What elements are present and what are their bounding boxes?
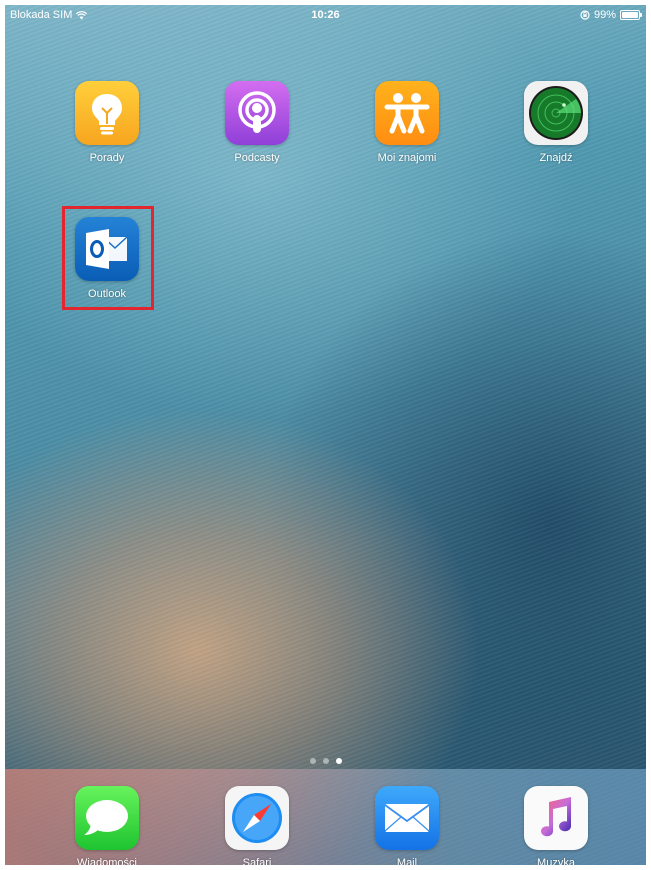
app-label: Muzyka [537,857,575,865]
clock: 10:26 [311,9,340,21]
envelope-icon[interactable] [375,786,439,850]
rotation-lock-icon [580,10,590,20]
app-porady[interactable]: Porady [62,81,152,164]
app-label: Znajdź [539,152,573,164]
dock: Wiadomości Safari Mail Muzyka [5,769,646,865]
compass-icon[interactable] [225,786,289,850]
dock-app-safari[interactable]: Safari [212,786,302,865]
friends-icon[interactable] [375,81,439,145]
app-moi-znajomi[interactable]: Moi znajomi [362,81,452,164]
lightbulb-icon[interactable] [75,81,139,145]
page-indicator[interactable] [5,758,646,764]
highlight-box [62,206,154,310]
app-podcasty[interactable]: Podcasty [212,81,302,164]
page-dot[interactable] [309,758,316,764]
app-label: Wiadomości [77,857,137,865]
dock-app-muzyka[interactable]: Muzyka [511,786,601,865]
app-label: Mail [396,857,418,865]
page-dot[interactable] [335,758,342,764]
app-znajdz[interactable]: Znajdź [511,81,601,164]
speech-bubble-icon[interactable] [75,786,139,850]
battery-icon [620,10,642,20]
battery-fill [622,12,638,18]
dock-app-mail[interactable]: Mail [362,786,452,865]
home-screen: Blokada SIM 10:26 99% Porady Podcasty Mo… [5,5,646,865]
status-bar: Blokada SIM 10:26 99% [5,5,646,25]
radar-icon[interactable] [524,81,588,145]
app-label: Porady [89,152,125,164]
page-dot[interactable] [322,758,329,764]
app-label: Podcasty [234,152,280,164]
battery-percent: 99% [593,9,616,21]
status-right: 99% [580,9,642,21]
app-label: Moi znajomi [377,152,437,164]
dock-app-wiadomosci[interactable]: Wiadomości [62,786,152,865]
app-label: Safari [242,857,272,865]
music-note-icon[interactable] [524,786,588,850]
podcast-icon[interactable] [225,81,289,145]
